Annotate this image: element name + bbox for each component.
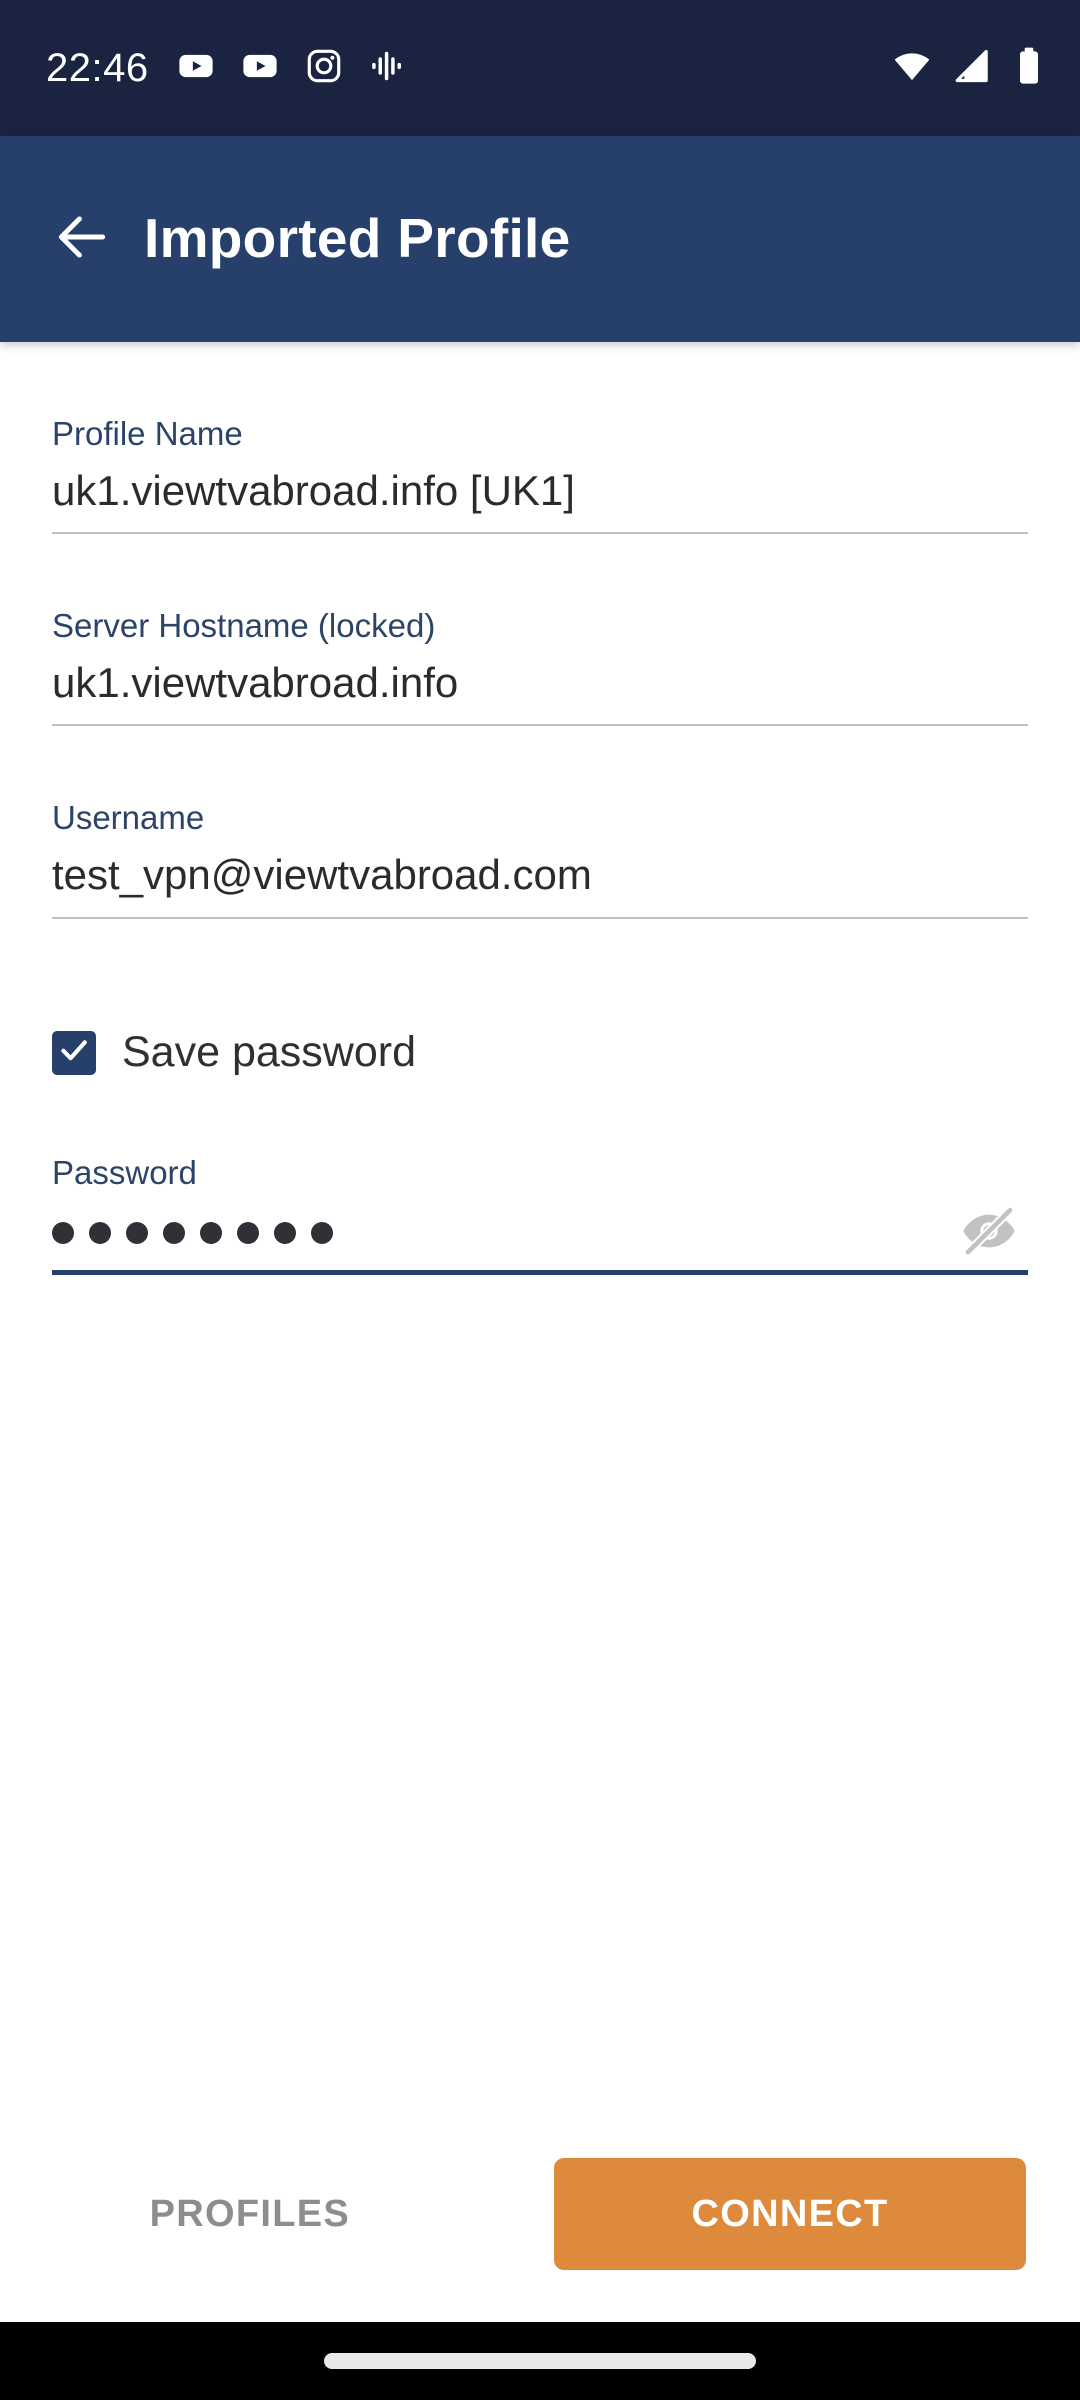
password-dot bbox=[126, 1222, 148, 1245]
field-label-server-hostname: Server Hostname (locked) bbox=[52, 607, 436, 645]
eye-off-icon bbox=[960, 1202, 1018, 1265]
battery-icon bbox=[1012, 46, 1046, 91]
phone-screen: 22:46 Imported Profile Profile Name uk1.… bbox=[0, 0, 1080, 2400]
field-profile-name[interactable]: Profile Name uk1.viewtvabroad.info [UK1] bbox=[52, 342, 1028, 535]
username-input[interactable]: test_vpn@viewtvabroad.com bbox=[52, 848, 1028, 917]
profiles-button[interactable]: PROFILES bbox=[110, 2167, 390, 2262]
wifi-icon bbox=[892, 46, 932, 91]
field-server-hostname[interactable]: Server Hostname (locked) uk1.viewtvabroa… bbox=[52, 534, 1028, 727]
password-dot bbox=[274, 1222, 296, 1245]
password-row bbox=[52, 1202, 1028, 1270]
profile-form: Profile Name uk1.viewtvabroad.info [UK1]… bbox=[0, 342, 1080, 2158]
password-dot bbox=[237, 1222, 259, 1245]
password-dot bbox=[311, 1222, 333, 1245]
youtube-icon bbox=[177, 47, 215, 90]
back-button[interactable] bbox=[46, 203, 118, 275]
field-password[interactable]: Password bbox=[52, 1075, 1028, 1276]
field-label-username: Username bbox=[52, 799, 205, 837]
field-label-password: Password bbox=[52, 1153, 197, 1191]
server-hostname-input[interactable]: uk1.viewtvabroad.info bbox=[52, 656, 1028, 725]
app-bar: Imported Profile bbox=[0, 136, 1080, 342]
password-underline bbox=[52, 1270, 1028, 1276]
status-system-icons bbox=[892, 46, 1046, 91]
status-notification-icons bbox=[177, 47, 407, 90]
connect-button[interactable]: CONNECT bbox=[554, 2158, 1026, 2270]
username-underline bbox=[52, 916, 1028, 919]
back-arrow-icon bbox=[51, 206, 113, 273]
google-assistant-icon bbox=[369, 47, 407, 90]
page-title: Imported Profile bbox=[144, 207, 571, 270]
password-dot bbox=[89, 1222, 111, 1245]
password-dot bbox=[52, 1222, 74, 1245]
password-dot bbox=[200, 1222, 222, 1245]
password-input[interactable] bbox=[52, 1214, 333, 1270]
password-visibility-toggle[interactable] bbox=[958, 1202, 1020, 1264]
field-username[interactable]: Username test_vpn@viewtvabroad.com bbox=[52, 726, 1028, 919]
youtube-icon bbox=[241, 47, 279, 90]
status-clock: 22:46 bbox=[46, 46, 149, 90]
instagram-icon bbox=[305, 47, 343, 90]
home-gesture-pill[interactable] bbox=[324, 2353, 756, 2369]
save-password-checkbox[interactable] bbox=[52, 1030, 96, 1075]
password-dot bbox=[163, 1222, 185, 1245]
mobile-signal-off-icon bbox=[952, 46, 992, 91]
profile-name-input[interactable]: uk1.viewtvabroad.info [UK1] bbox=[52, 464, 1028, 533]
status-bar: 22:46 bbox=[0, 0, 1080, 136]
bottom-action-bar: PROFILES CONNECT bbox=[0, 2158, 1080, 2322]
checkmark-icon bbox=[57, 1033, 91, 1072]
system-navigation-bar bbox=[0, 2322, 1080, 2400]
field-label-profile-name: Profile Name bbox=[52, 415, 243, 452]
save-password-label: Save password bbox=[122, 1028, 416, 1077]
save-password-row[interactable]: Save password bbox=[52, 919, 1028, 1075]
